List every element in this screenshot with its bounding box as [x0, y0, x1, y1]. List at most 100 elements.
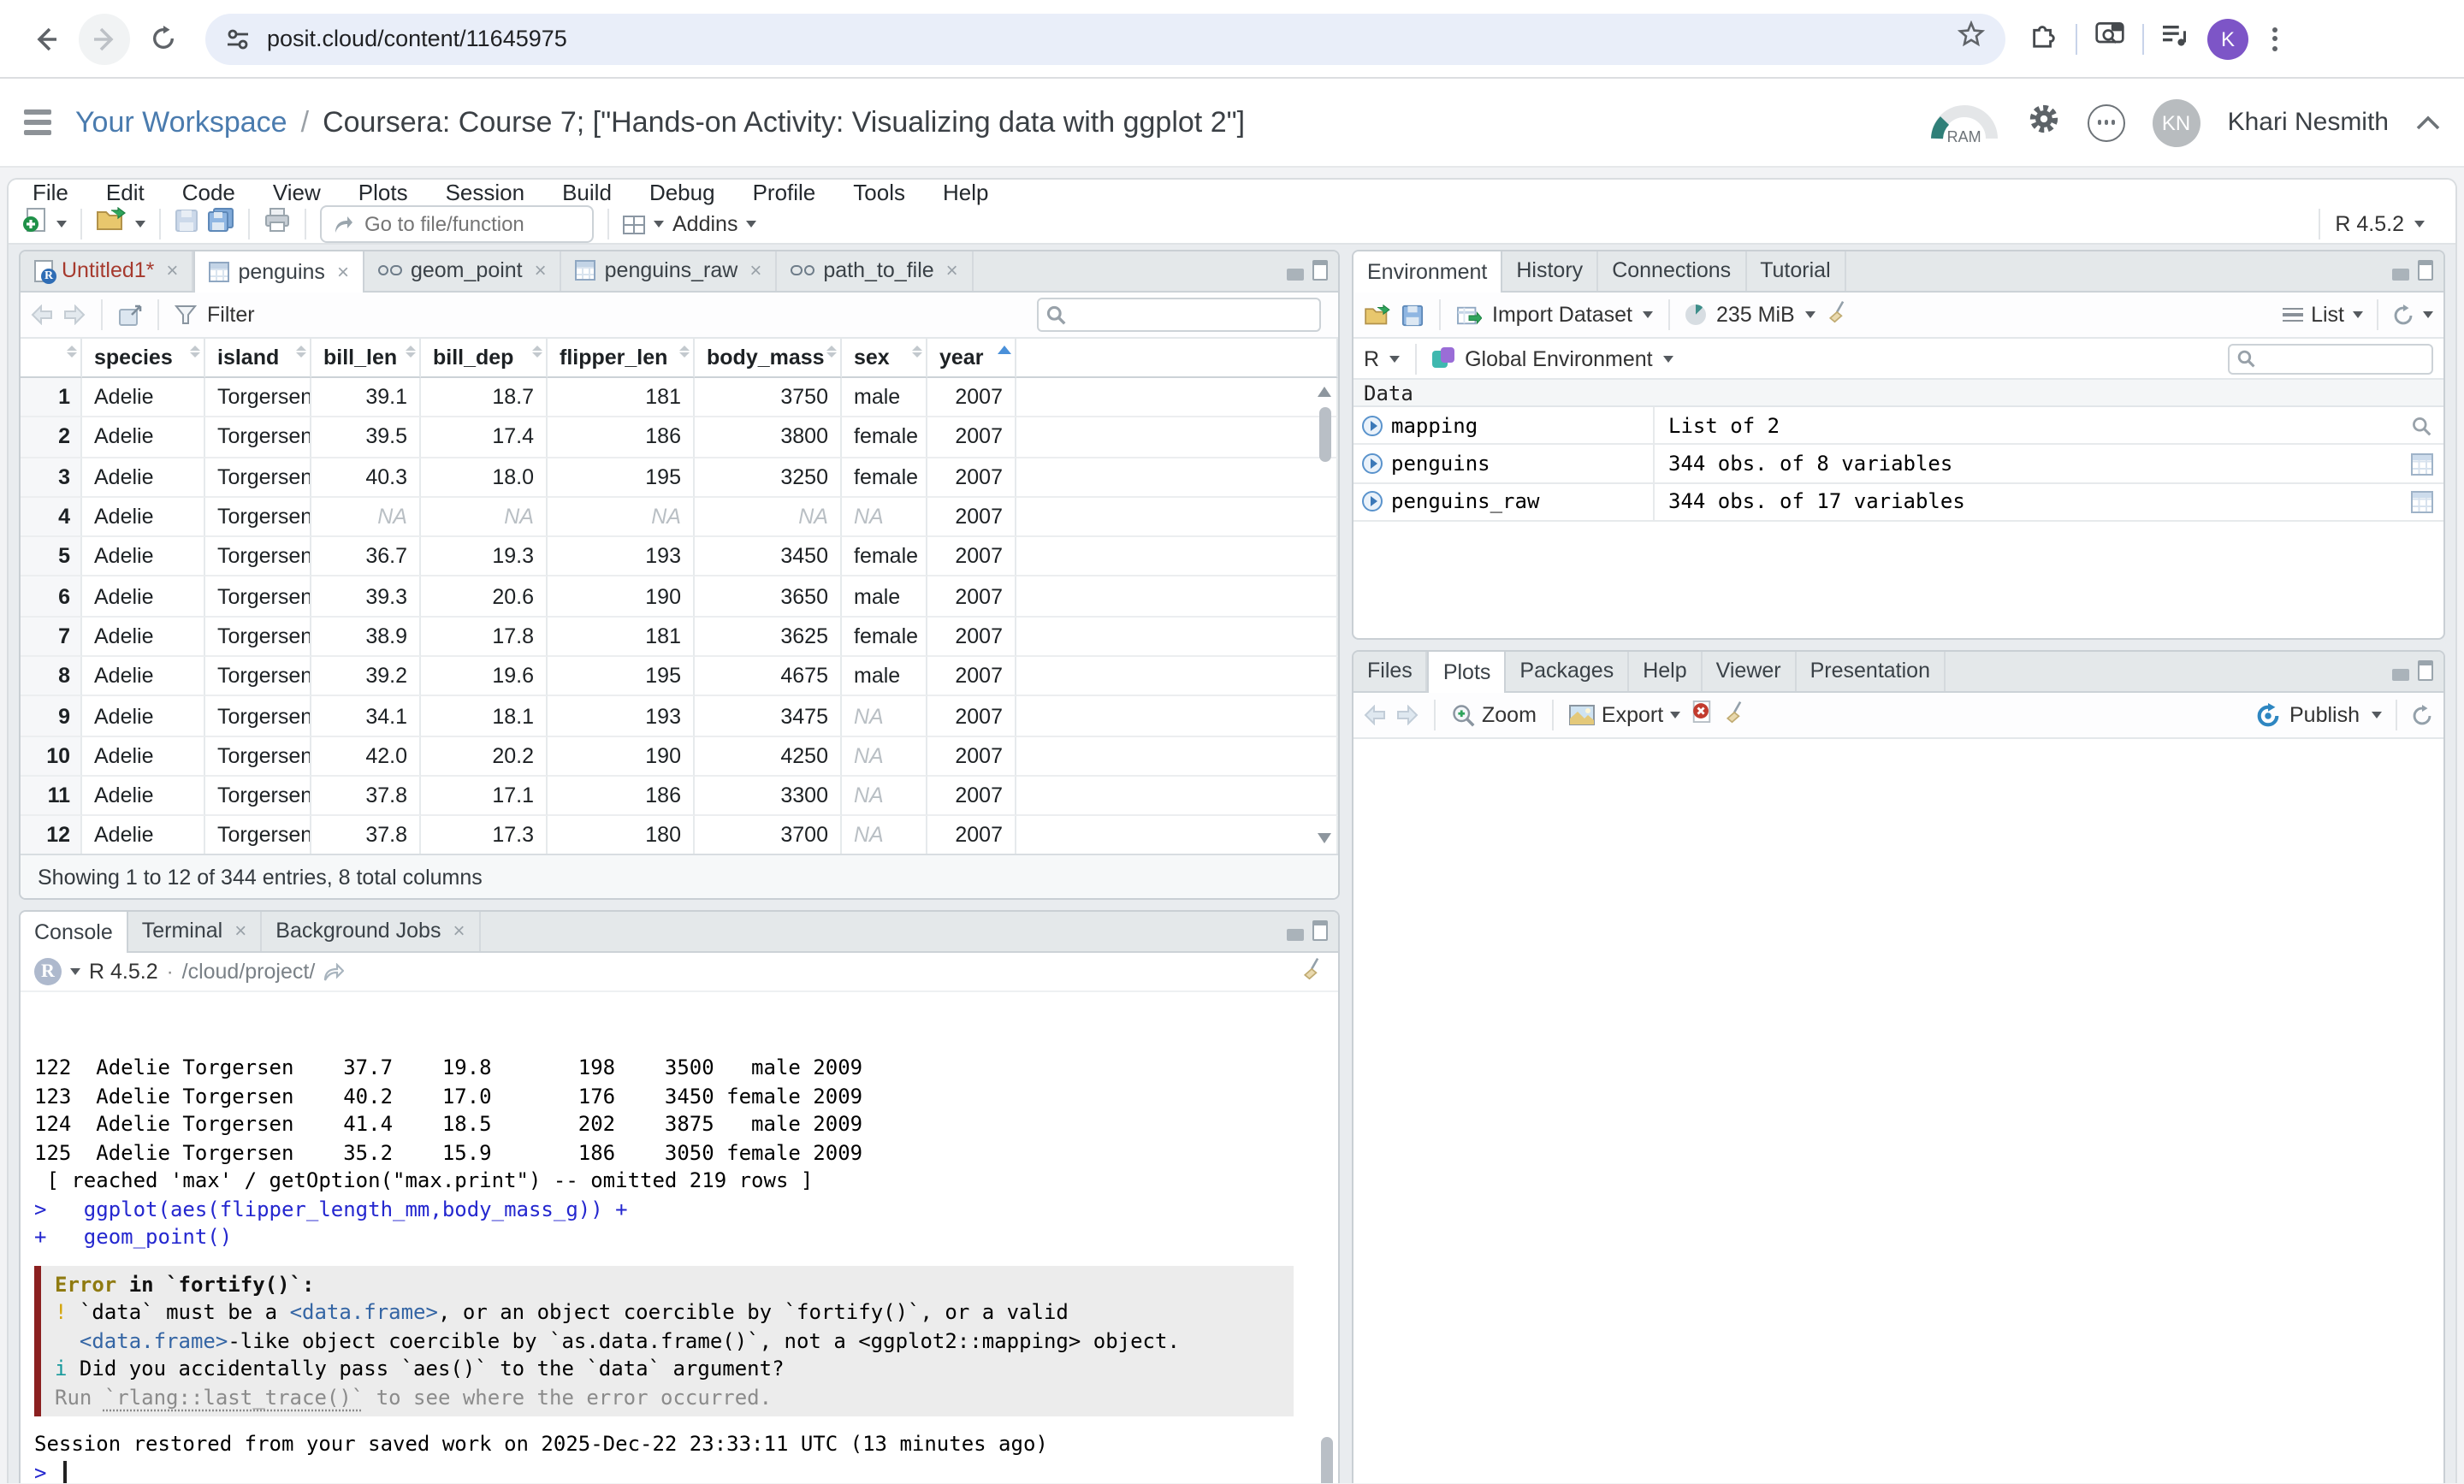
language-caret[interactable] — [1389, 355, 1400, 362]
table-cell[interactable]: female — [842, 418, 927, 458]
column-header-island[interactable]: island — [205, 339, 311, 378]
table-cell[interactable]: Adelie — [82, 817, 205, 854]
addins-button[interactable]: Addins — [672, 212, 737, 236]
tab-connections[interactable]: Connections — [1598, 250, 1746, 291]
minimize-pane-icon[interactable] — [2392, 269, 2409, 281]
table-cell[interactable]: 2007 — [927, 736, 1016, 777]
maximize-pane-icon[interactable] — [1312, 920, 1328, 941]
maximize-pane-icon[interactable] — [1312, 260, 1328, 281]
tab-presentation[interactable]: Presentation — [1797, 650, 1946, 691]
table-cell[interactable]: 3700 — [695, 817, 842, 854]
table-cell[interactable]: NA — [842, 736, 927, 777]
console-scrollbar[interactable] — [1319, 992, 1335, 1483]
r-version-caret[interactable] — [2414, 221, 2425, 228]
table-cell[interactable]: 19.3 — [421, 537, 548, 577]
goto-file-input[interactable] — [361, 210, 549, 238]
table-cell[interactable]: female — [842, 618, 927, 658]
console-r-caret[interactable] — [70, 968, 80, 975]
table-cell[interactable]: 181 — [548, 618, 695, 658]
table-cell[interactable]: 20.2 — [421, 736, 548, 777]
list-view-selector[interactable]: List — [2311, 303, 2344, 327]
export-caret[interactable] — [1670, 712, 1680, 718]
table-cell[interactable]: Torgersen — [205, 777, 311, 817]
table-cell[interactable]: 3250 — [695, 458, 842, 498]
table-cell[interactable]: Adelie — [82, 777, 205, 817]
menu-view[interactable]: View — [273, 180, 321, 205]
table-cell[interactable]: 17.3 — [421, 817, 548, 854]
table-cell[interactable]: Torgersen — [205, 577, 311, 618]
filter-funnel-icon[interactable] — [175, 304, 197, 325]
save-icon[interactable] — [175, 208, 198, 240]
refresh-environment-icon[interactable] — [2392, 304, 2414, 326]
import-dataset-caret[interactable] — [1643, 311, 1653, 318]
save-workspace-icon[interactable] — [1401, 304, 1424, 326]
table-cell[interactable]: male — [842, 657, 927, 697]
remove-plot-icon[interactable] — [1691, 699, 1713, 731]
table-cell[interactable]: Adelie — [82, 577, 205, 618]
table-cell[interactable]: 2007 — [927, 498, 1016, 538]
back-icon[interactable] — [24, 16, 68, 61]
menu-edit[interactable]: Edit — [106, 180, 145, 205]
table-cell[interactable]: 190 — [548, 736, 695, 777]
goto-file-box[interactable] — [320, 205, 594, 243]
table-cell[interactable]: 193 — [548, 537, 695, 577]
new-file-caret[interactable] — [56, 221, 67, 228]
table-cell[interactable]: Torgersen — [205, 498, 311, 538]
user-avatar[interactable]: KN — [2153, 98, 2200, 146]
open-file-caret[interactable] — [135, 221, 145, 228]
next-plot-icon[interactable] — [1396, 705, 1419, 725]
table-cell[interactable]: 39.5 — [311, 418, 421, 458]
tab-console[interactable]: Console — [21, 910, 128, 953]
tab-help[interactable]: Help — [1629, 650, 1702, 691]
export-plot-button[interactable]: Export — [1569, 703, 1680, 727]
table-cell[interactable]: 37.8 — [311, 817, 421, 854]
close-tab-icon[interactable]: × — [337, 259, 349, 283]
memory-caret[interactable] — [1805, 311, 1815, 318]
close-tab-icon[interactable]: × — [749, 258, 761, 282]
table-cell[interactable]: 36.7 — [311, 537, 421, 577]
source-tab-geom-point[interactable]: geom_point× — [364, 250, 562, 291]
table-cell[interactable]: 42.0 — [311, 736, 421, 777]
table-cell[interactable]: Torgersen — [205, 736, 311, 777]
table-cell[interactable]: Adelie — [82, 418, 205, 458]
table-cell[interactable]: 4675 — [695, 657, 842, 697]
table-cell[interactable]: female — [842, 537, 927, 577]
environment-object-penguins_raw[interactable]: penguins_raw344 obs. of 17 variables — [1353, 484, 2443, 523]
table-cell[interactable]: male — [842, 378, 927, 418]
table-cell[interactable]: 3650 — [695, 577, 842, 618]
menu-debug[interactable]: Debug — [649, 180, 715, 205]
data-search-box[interactable] — [1037, 298, 1321, 332]
tab-background-jobs[interactable]: Background Jobs× — [262, 910, 480, 951]
column-header-rownum[interactable] — [21, 339, 82, 378]
table-cell[interactable]: Torgersen — [205, 618, 311, 658]
table-cell[interactable]: 3750 — [695, 378, 842, 418]
table-cell[interactable]: 39.3 — [311, 577, 421, 618]
table-cell[interactable]: NA — [842, 817, 927, 854]
table-cell[interactable]: Torgersen — [205, 697, 311, 737]
address-bar[interactable]: posit.cloud/content/11645975 — [205, 13, 2005, 64]
table-cell[interactable]: NA — [842, 697, 927, 737]
minimize-pane-icon[interactable] — [1287, 269, 1304, 281]
table-cell[interactable]: 3450 — [695, 537, 842, 577]
view-table-icon[interactable] — [2410, 452, 2432, 475]
menu-code[interactable]: Code — [182, 180, 235, 205]
working-directory[interactable]: /cloud/project/ — [182, 960, 316, 984]
table-cell[interactable]: 193 — [548, 697, 695, 737]
table-cell[interactable]: 2007 — [927, 577, 1016, 618]
tab-viewer[interactable]: Viewer — [1703, 650, 1797, 691]
clear-plots-broom-icon[interactable] — [1723, 699, 1747, 731]
column-header-bill_len[interactable]: bill_len — [311, 339, 421, 378]
publish-caret[interactable] — [2372, 712, 2382, 718]
search-tabs-icon[interactable] — [2094, 21, 2125, 56]
browser-menu-icon[interactable] — [2266, 27, 2284, 50]
tab-plots[interactable]: Plots — [1428, 650, 1507, 693]
table-cell[interactable]: 18.7 — [421, 378, 548, 418]
table-cell[interactable]: male — [842, 577, 927, 618]
refresh-caret[interactable] — [2423, 311, 2433, 318]
ram-gauge[interactable]: RAM — [1928, 100, 2000, 145]
expand-object-icon[interactable] — [1362, 415, 1383, 435]
table-cell[interactable]: Adelie — [82, 378, 205, 418]
maximize-pane-icon[interactable] — [2418, 660, 2433, 681]
table-cell[interactable]: NA — [311, 498, 421, 538]
inspect-icon[interactable] — [2411, 415, 2431, 435]
